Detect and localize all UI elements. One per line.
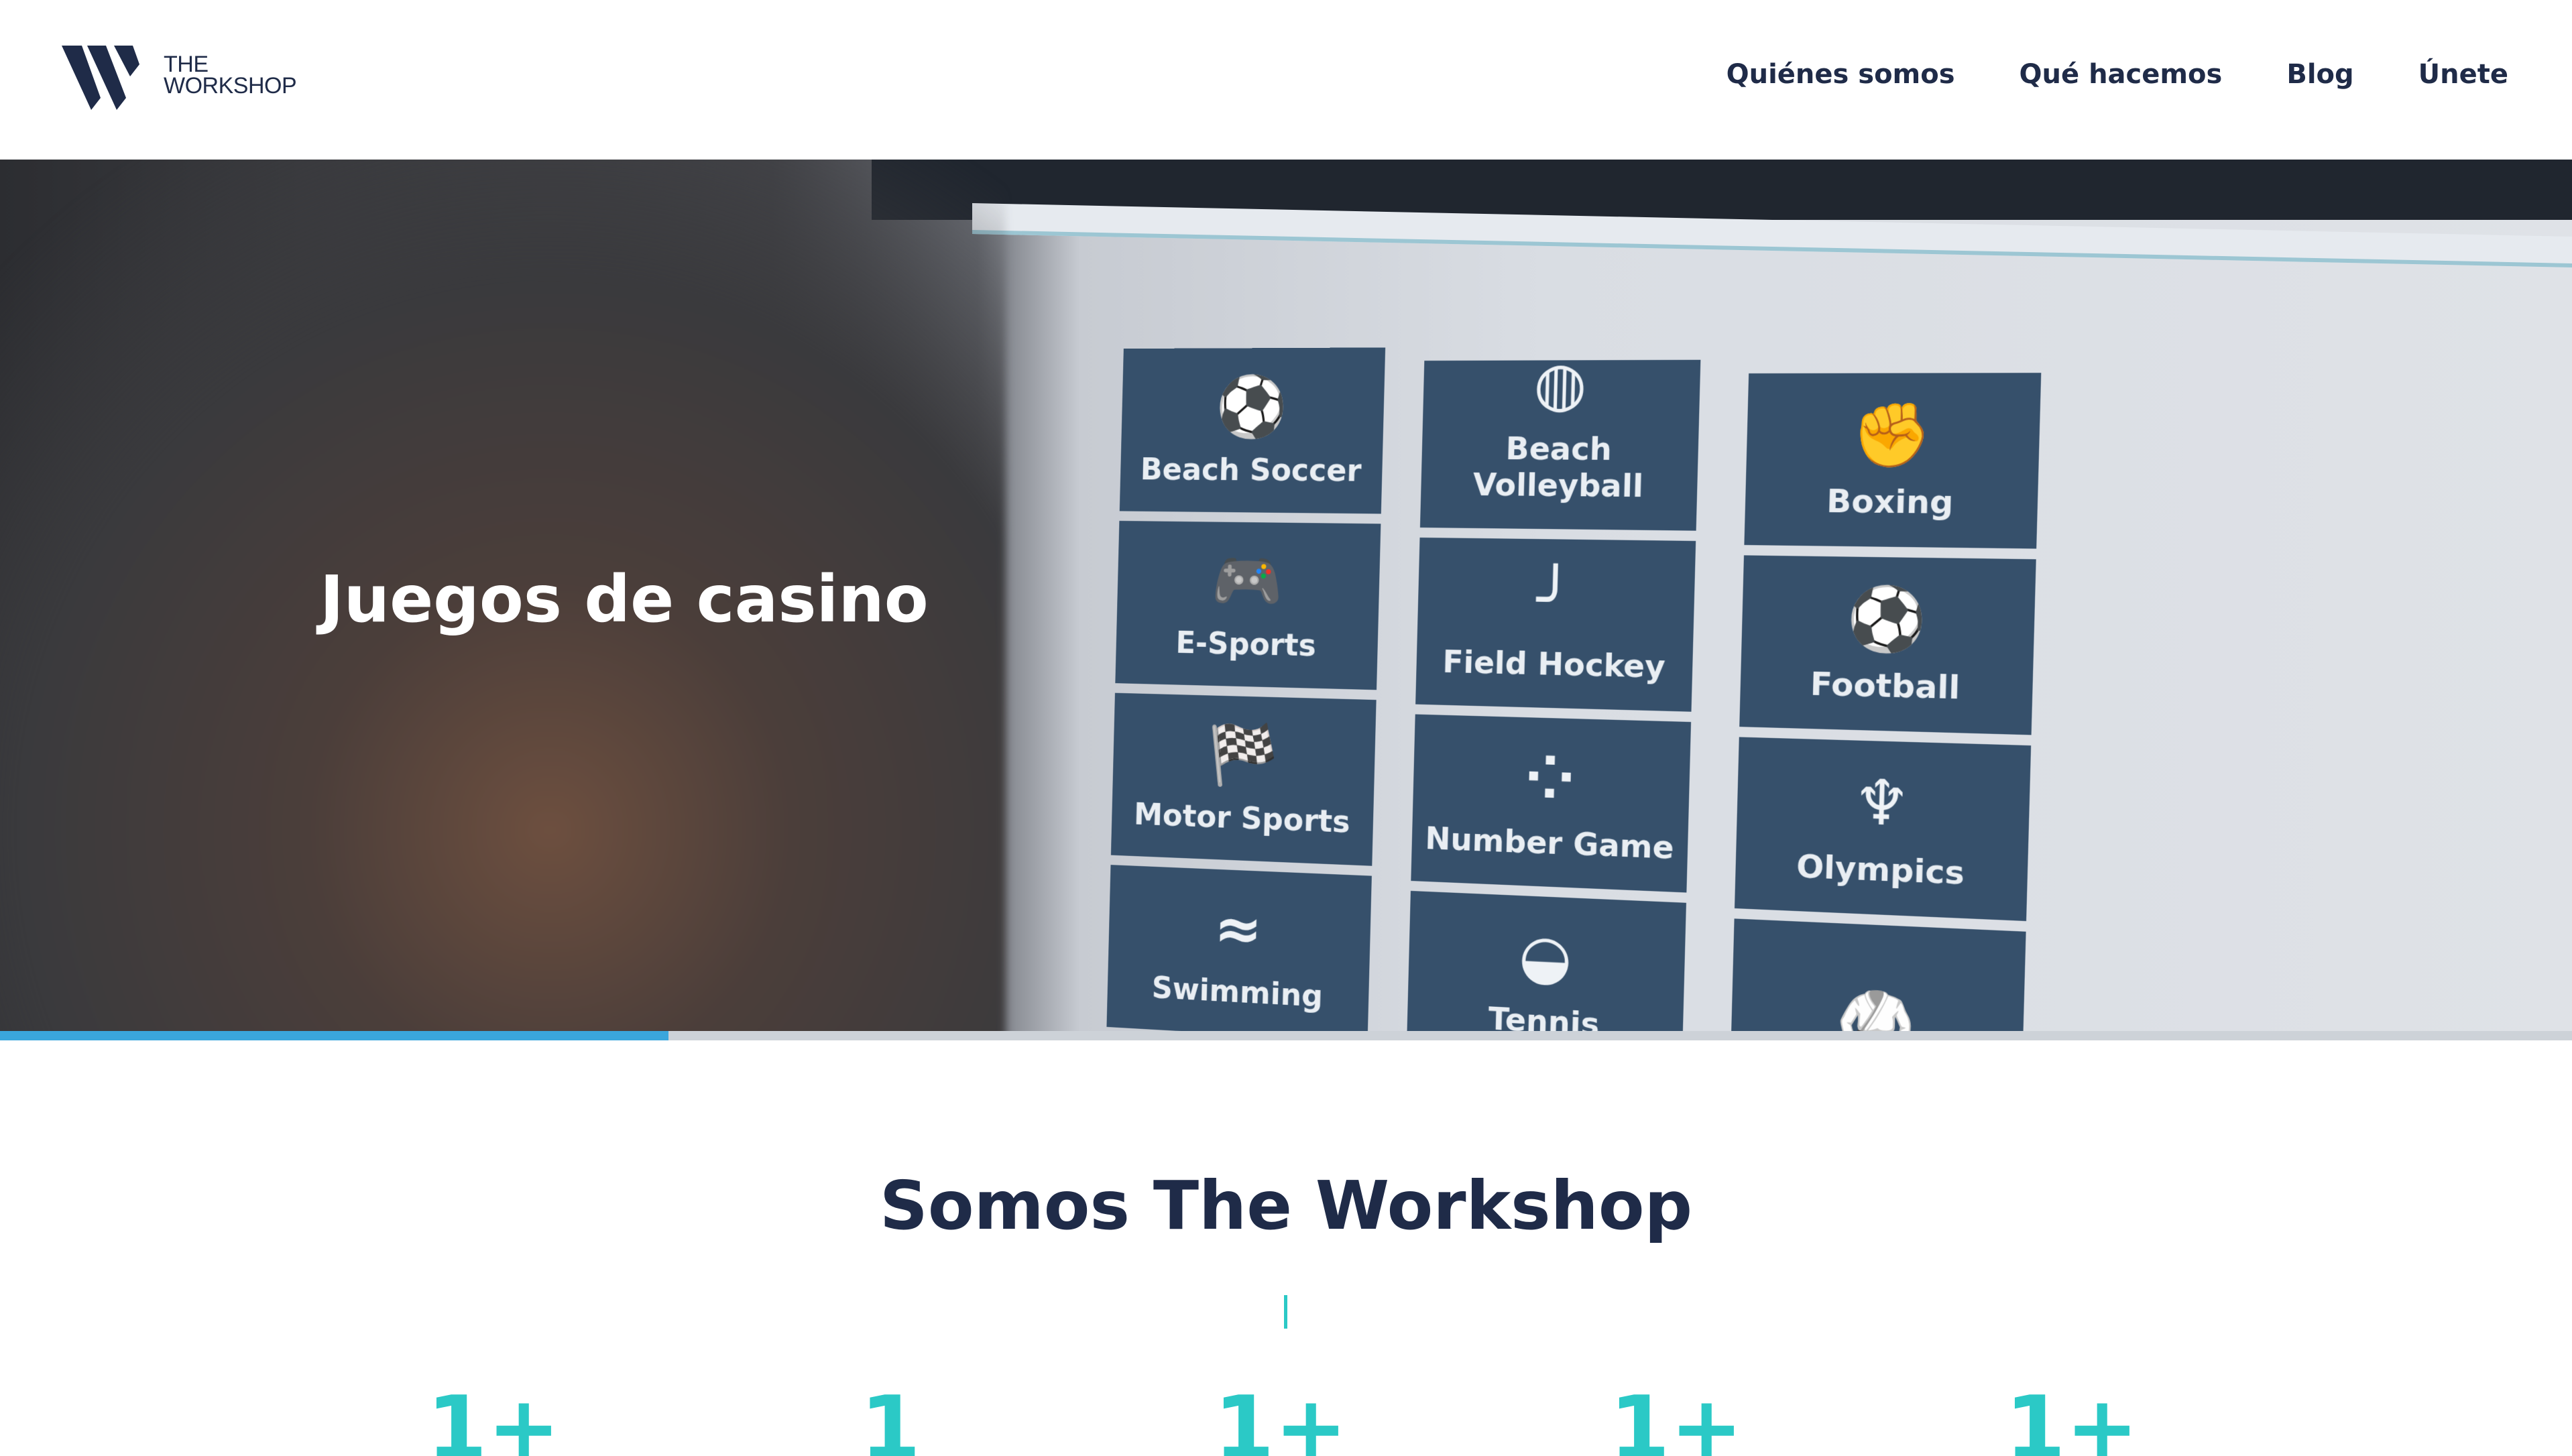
stat-counter: 1+ (1971, 1381, 2172, 1456)
tile-martial-arts: 🥋 (1730, 918, 2026, 1031)
swimmer-icon: ≈ (1214, 896, 1263, 963)
tile-e-sports: 🎮 E-Sports (1115, 521, 1381, 690)
gamepad-icon: 🎮 (1211, 548, 1284, 615)
soccer-ball-icon: ⚽ (1215, 374, 1288, 440)
tile-beach-soccer: ⚽ Beach Soccer (1120, 347, 1385, 513)
workshop-logo-icon (62, 44, 149, 111)
tile-football: ⚽ Football (1739, 555, 2036, 735)
about-title: Somos The Workshop (0, 1166, 2572, 1245)
stats-row: 1+ 1 1+ 1+ 1+ (0, 1381, 2572, 1456)
tile-label: Olympics (1796, 847, 1965, 892)
stat-counter: 1+ (393, 1381, 594, 1456)
slider-progress-fill (0, 1031, 668, 1040)
tile-label: E-Sports (1175, 625, 1317, 664)
nav-que-hacemos[interactable]: Qué hacemos (2020, 59, 2223, 90)
tennis-ball-icon: ◒ (1518, 922, 1572, 992)
about-divider (1284, 1295, 1287, 1329)
number-grid-icon: ⁘ (1524, 744, 1576, 813)
nav-quienes-somos[interactable]: Quiénes somos (1727, 59, 1955, 90)
checkered-flag-icon: 🏁 (1206, 721, 1279, 789)
hero-title: Juegos de casino (320, 562, 929, 637)
slider-progress-track (0, 1031, 2572, 1040)
tile-swimming: ≈ Swimming (1106, 865, 1371, 1031)
main-nav: Quiénes somos Qué hacemos Blog Únete (1727, 59, 2508, 90)
logo-text: THE WORKSHOP (164, 54, 296, 97)
tile-label: Tennis (1488, 1000, 1600, 1031)
tile-label: Field Hockey (1442, 644, 1666, 685)
tile-label: Boxing (1826, 483, 1954, 522)
tile-label: Motor Sports (1134, 796, 1351, 840)
tile-label: Number Game (1425, 820, 1674, 866)
tile-beach-volleyball: ◍ Beach Volleyball (1420, 360, 1700, 531)
nav-blog[interactable]: Blog (2286, 59, 2353, 90)
tile-tennis: ◒ Tennis (1407, 891, 1686, 1031)
football-icon: ⚽ (1846, 585, 1928, 656)
tile-label: Swimming (1151, 969, 1323, 1014)
hockey-stick-icon: ╯ (1535, 566, 1574, 634)
tile-label: Football (1810, 665, 1961, 706)
nav-unete[interactable]: Únete (2418, 59, 2508, 90)
tile-number-game: ⁘ Number Game (1411, 715, 1691, 893)
tile-olympics: ♆ Olympics (1735, 737, 2031, 921)
torch-icon: ♆ (1852, 768, 1911, 839)
volleyball-icon: ◍ (1533, 351, 1588, 418)
boxing-glove-icon: ✊ (1851, 401, 1932, 471)
tile-label: Beach Soccer (1140, 451, 1362, 488)
hero-background-tiles: ⚽ Beach Soccer ◍ Beach Volleyball ✊ Boxi… (929, 345, 2079, 1031)
tile-motor-sports: 🏁 Motor Sports (1111, 693, 1377, 866)
logo-line-1: THE (164, 54, 296, 75)
hero-slider: ⚽ Beach Soccer ◍ Beach Volleyball ✊ Boxi… (0, 160, 2572, 1031)
site-header: THE WORKSHOP Quiénes somos Qué hacemos B… (0, 0, 2572, 160)
stat-counter: 1 (790, 1381, 991, 1456)
stat-counter: 1+ (1576, 1381, 1777, 1456)
stat-counter: 1+ (1180, 1381, 1381, 1456)
logo-line-2: WORKSHOP (164, 75, 296, 97)
tile-field-hockey: ╯ Field Hockey (1415, 538, 1696, 712)
tile-boxing: ✊ Boxing (1744, 373, 2041, 548)
logo[interactable]: THE WORKSHOP (62, 44, 310, 111)
tile-label: Beach Volleyball (1421, 430, 1699, 505)
martial-arts-icon: 🥋 (1835, 988, 1917, 1031)
